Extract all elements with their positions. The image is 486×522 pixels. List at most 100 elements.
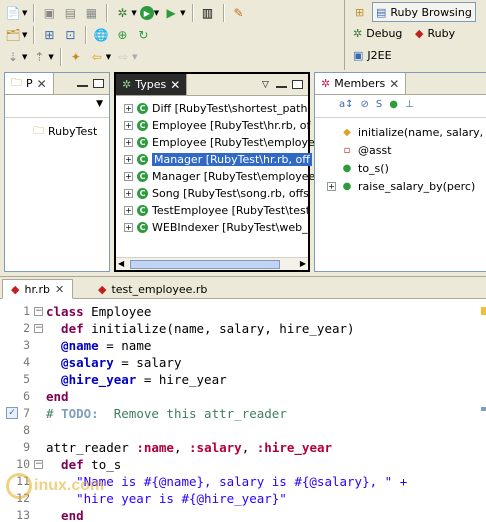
scroll-thumb[interactable] (130, 260, 280, 269)
expand-icon[interactable]: + (124, 188, 133, 198)
next-annotation-icon[interactable]: ⇣ (4, 48, 22, 66)
code-area[interactable]: class Employee def initialize(name, sala… (44, 299, 486, 522)
code-text: , (241, 440, 257, 455)
debug-perspective-icon: ✲ (353, 26, 363, 40)
expand-icon[interactable]: + (124, 120, 133, 130)
forward-icon[interactable]: ⇨ (114, 48, 132, 66)
open-type-icon[interactable]: 🗂 (4, 26, 22, 44)
dropdown-arrow-icon[interactable]: ▼ (22, 31, 27, 39)
class-icon: C (137, 187, 148, 199)
hide-fields-icon[interactable]: ⊘ (361, 99, 369, 110)
open-resource-icon[interactable]: ⊡ (61, 26, 79, 44)
perspective-debug[interactable]: ✲ Debug (350, 23, 405, 43)
expand-icon[interactable]: + (124, 205, 133, 215)
expand-icon[interactable]: + (124, 137, 133, 147)
members-icon: ✲ (321, 77, 331, 90)
dropdown-arrow-icon[interactable]: ▼ (131, 9, 136, 17)
list-item[interactable]: 🗀 RubyTest (33, 123, 97, 139)
hide-nonpublic-icon[interactable]: ● (389, 99, 398, 110)
list-item[interactable]: + C WEBIndexer [RubyTest\web_ (124, 219, 308, 235)
pencil-icon[interactable]: ✎ (230, 4, 248, 22)
code-text: attr_reader (46, 440, 137, 455)
tab-navigator[interactable]: 🗀 P ✕ (5, 73, 54, 94)
globe-icon[interactable]: 🌐 (92, 26, 110, 44)
perspective-j2ee[interactable]: ▣ J2EE (350, 45, 395, 65)
run-icon[interactable]: ▶ (139, 6, 154, 20)
external-tools-icon[interactable]: ▶ (162, 4, 180, 22)
view-menu-icon[interactable]: ▼ (96, 99, 103, 109)
tab-types[interactable]: ✲ Types ✕ (116, 74, 188, 95)
dropdown-arrow-icon[interactable]: ▼ (48, 53, 53, 61)
expand-icon[interactable]: + (124, 103, 133, 113)
list-item[interactable]: + C Diff [RubyTest\shortest_path (124, 100, 307, 116)
previous-annotation-icon[interactable]: ⇡ (30, 48, 48, 66)
list-item[interactable]: ▫ @asst (327, 142, 392, 158)
code-line: def to_s (46, 456, 121, 473)
open-perspective-button[interactable]: ⊞ (352, 2, 367, 22)
toggle-comment-icon[interactable]: ▥ (199, 4, 217, 22)
scroll-right-icon[interactable]: ▶ (300, 259, 306, 268)
close-icon[interactable]: ✕ (389, 77, 399, 91)
dropdown-arrow-icon[interactable]: ▼ (22, 53, 27, 61)
last-edit-icon[interactable]: ✦ (67, 48, 85, 66)
refresh-icon[interactable]: ↻ (134, 26, 152, 44)
minimize-icon[interactable] (276, 80, 287, 88)
list-item[interactable]: + C Manager [RubyTest\employee (124, 168, 315, 184)
perspective-ruby-label: Ruby (427, 26, 456, 40)
dropdown-arrow-icon[interactable]: ▼ (132, 53, 137, 61)
close-icon[interactable]: ✕ (55, 283, 64, 296)
dropdown-arrow-icon[interactable]: ▼ (22, 9, 27, 17)
list-item[interactable]: + C Manager [RubyTest\hr.rb, off (124, 151, 312, 167)
expand-icon[interactable]: + (124, 222, 133, 232)
fold-collapse-icon[interactable]: − (34, 324, 43, 333)
task-marker-icon[interactable]: ✓ (6, 407, 18, 419)
scroll-left-icon[interactable]: ◀ (118, 259, 124, 268)
close-icon[interactable]: ✕ (37, 77, 47, 91)
hide-static-icon[interactable]: S (376, 99, 382, 110)
list-item[interactable]: + ● raise_salary_by(perc) (327, 178, 475, 194)
minimize-icon[interactable] (77, 79, 88, 87)
view-menu-icon[interactable]: ▽ (260, 80, 271, 90)
list-item[interactable]: + C Employee [RubyTest\employe (124, 134, 315, 150)
expand-icon[interactable]: + (124, 171, 133, 181)
back-icon[interactable]: ⇦ (88, 48, 106, 66)
dropdown-arrow-icon[interactable]: ▼ (154, 9, 159, 17)
list-item[interactable]: + C Employee [RubyTest\hr.rb, of (124, 117, 310, 133)
perspective-divider (344, 0, 345, 70)
print-icon[interactable]: ▦ (82, 4, 100, 22)
maximize-icon[interactable] (292, 80, 303, 89)
list-item[interactable]: ◆ initialize(name, salary, h (327, 124, 486, 140)
maximize-icon[interactable] (93, 79, 104, 88)
horizontal-scrollbar[interactable]: ◀ ▶ (116, 257, 308, 270)
new-project-icon[interactable]: ⊞ (40, 26, 58, 44)
tab-test-employee-rb[interactable]: ◆ test_employee.rb (90, 279, 215, 299)
save-icon[interactable]: ▣ (40, 4, 58, 22)
new-icon[interactable]: 📄 (4, 4, 22, 22)
tab-hr-rb[interactable]: ◆ hr.rb ✕ (2, 279, 74, 299)
new-class-icon[interactable]: ⊕ (113, 26, 131, 44)
close-icon[interactable]: ✕ (170, 78, 180, 92)
overview-ruler-marker[interactable] (481, 307, 486, 315)
perspective-ruby-browsing[interactable]: ▤ Ruby Browsing (372, 2, 476, 22)
line-number: 2 (23, 321, 30, 335)
dropdown-arrow-icon[interactable]: ▼ (106, 53, 111, 61)
expand-icon[interactable]: + (327, 181, 336, 191)
code-text: to_s (83, 457, 122, 472)
tab-members[interactable]: ✲ Members ✕ (315, 73, 407, 94)
list-item[interactable]: + C TestEmployee [RubyTest\test (124, 202, 310, 218)
expand-icon[interactable]: + (124, 154, 133, 164)
list-item[interactable]: ● to_s() (327, 160, 389, 176)
perspective-ruby[interactable]: ◆ Ruby (412, 23, 458, 43)
members-panel: ✲ Members ✕ a↕ ⊘ S ● ⊥ ◆ initialize(name,… (314, 72, 486, 272)
constructor-icon: ◆ (343, 126, 351, 138)
fold-collapse-icon[interactable]: − (34, 307, 43, 316)
dropdown-arrow-icon[interactable]: ▼ (180, 9, 185, 17)
overview-ruler-marker[interactable] (481, 407, 486, 411)
sort-icon[interactable]: a↕ (339, 99, 354, 110)
link-editor-icon[interactable]: ⊥ (405, 99, 414, 110)
save-all-icon[interactable]: ▤ (61, 4, 79, 22)
list-item[interactable]: + C Song [RubyTest\song.rb, offs (124, 185, 309, 201)
debug-icon[interactable]: ✲ (113, 4, 131, 22)
fold-collapse-icon[interactable]: − (34, 460, 43, 469)
comment: # (46, 406, 62, 421)
